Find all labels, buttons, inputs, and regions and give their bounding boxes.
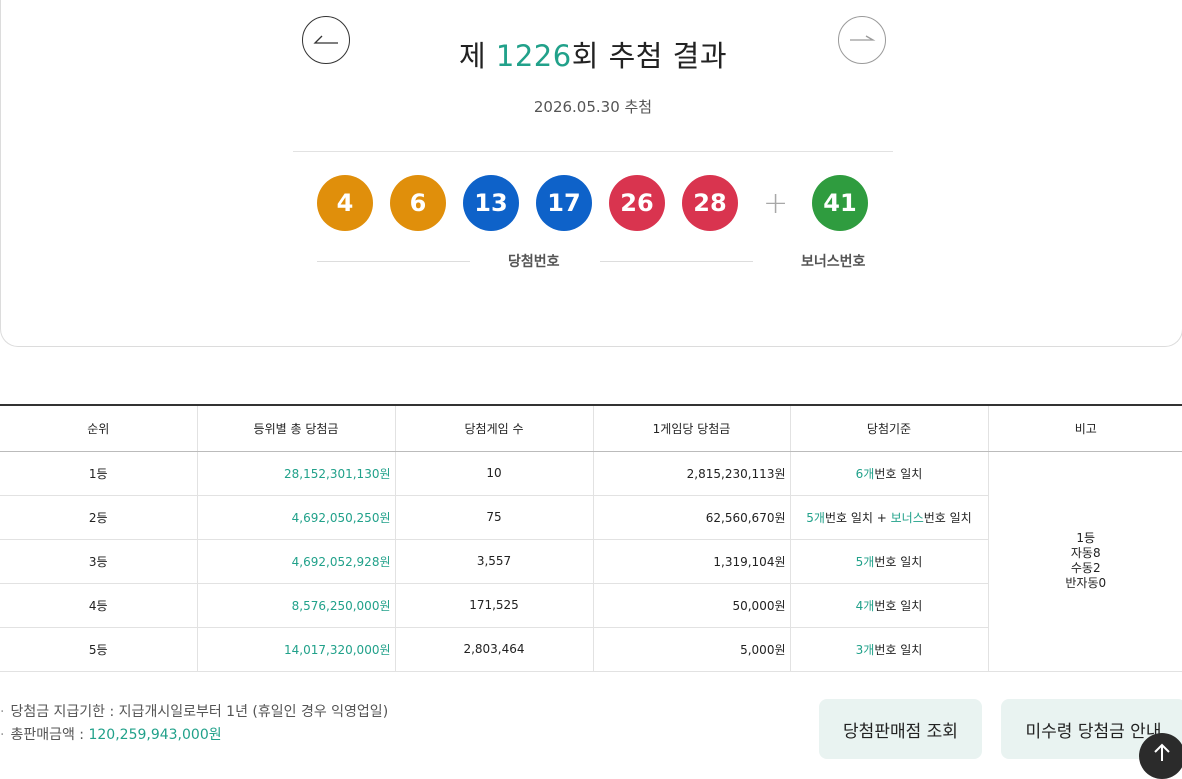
remark-line: 반자동0 (989, 576, 1182, 591)
remark-line: 수동2 (989, 561, 1182, 576)
table-row: 1등 28,152,301,130원 10 2,815,230,113원 6개번… (0, 451, 1182, 495)
per-game-prize-cell: 2,815,230,113원 (593, 451, 790, 495)
criteria-cell: 4개번호 일치 (790, 583, 988, 627)
rank-cell: 2등 (0, 495, 197, 539)
total-prize-cell: 4,692,052,928원 (197, 539, 395, 583)
winner-count-cell: 2,803,464 (395, 627, 593, 671)
draw-date: 2026.05.30 추첨 (0, 96, 1182, 117)
criteria-count: 5개 (856, 555, 875, 569)
title-prefix: 제 (459, 39, 496, 73)
per-game-prize-cell: 50,000원 (593, 583, 790, 627)
remark-line: 1등 (989, 531, 1182, 546)
column-header: 1게임당 당첨금 (593, 405, 790, 451)
criteria-text: 번호 일치 (874, 643, 922, 657)
bullet: · (0, 727, 4, 743)
column-header: 당첨기준 (790, 405, 988, 451)
total-prize-cell: 4,692,050,250원 (197, 495, 395, 539)
winner-count-cell: 10 (395, 451, 593, 495)
remark-line: 자동8 (989, 546, 1182, 561)
criteria-count: 5개 (806, 511, 825, 525)
total-prize-cell: 14,017,320,000원 (197, 627, 395, 671)
criteria-count: 6개 (856, 467, 875, 481)
criteria-text: 번호 일치 + (825, 511, 891, 525)
criteria-text: 번호 일치 (874, 555, 922, 569)
divider (293, 151, 893, 152)
winner-count-cell: 3,557 (395, 539, 593, 583)
column-header: 당첨게임 수 (395, 405, 593, 451)
payment-deadline-text: 당첨금 지급기한 : 지급개시일로부터 1년 (휴일인 경우 익영업일) (10, 704, 388, 720)
label-line (600, 261, 753, 262)
column-header: 등위별 총 당첨금 (197, 405, 395, 451)
criteria-bonus: 보너스 (891, 511, 924, 525)
page-title: 제 1226회 추첨 결과 (0, 33, 1182, 75)
remarks-cell: 1등 자동8 수동2 반자동0 (988, 451, 1182, 671)
bullet: · (0, 704, 4, 720)
criteria-cell: 5개번호 일치 (790, 539, 988, 583)
payment-deadline-note: · 당첨금 지급기한 : 지급개시일로부터 1년 (휴일인 경우 익영업일) (0, 701, 388, 724)
bonus-number-label: 보너스번호 (801, 251, 865, 271)
winner-count-cell: 75 (395, 495, 593, 539)
column-header: 비고 (988, 405, 1182, 451)
prize-table: 순위 등위별 총 당첨금 당첨게임 수 1게임당 당첨금 당첨기준 비고 1등 … (0, 404, 1182, 672)
rank-cell: 4등 (0, 583, 197, 627)
total-sales-value: 120,259,943,000원 (88, 727, 221, 743)
winning-number-ball: 17 (536, 175, 592, 231)
winning-store-lookup-button[interactable]: 당첨판매점 조회 (819, 699, 982, 759)
bonus-number-ball: 41 (812, 175, 868, 231)
table-header-row: 순위 등위별 총 당첨금 당첨게임 수 1게임당 당첨금 당첨기준 비고 (0, 405, 1182, 451)
rank-cell: 5등 (0, 627, 197, 671)
winning-numbers-label: 당첨번호 (508, 251, 560, 271)
criteria-bonus-text: 번호 일치 (924, 511, 972, 525)
winning-number-ball: 26 (609, 175, 665, 231)
criteria-text: 번호 일치 (874, 599, 922, 613)
rank-cell: 1등 (0, 451, 197, 495)
criteria-text: 번호 일치 (874, 467, 922, 481)
criteria-count: 4개 (856, 599, 875, 613)
column-header: 순위 (0, 405, 197, 451)
criteria-cell: 3개번호 일치 (790, 627, 988, 671)
scroll-to-top-button[interactable] (1139, 733, 1182, 779)
total-sales-label: 총판매금액 : (10, 727, 88, 743)
winning-number-ball: 13 (463, 175, 519, 231)
draw-number: 1226 (496, 39, 572, 73)
winning-number-ball: 4 (317, 175, 373, 231)
per-game-prize-cell: 62,560,670원 (593, 495, 790, 539)
per-game-prize-cell: 1,319,104원 (593, 539, 790, 583)
plus-icon: + (763, 186, 788, 221)
criteria-cell: 6개번호 일치 (790, 451, 988, 495)
total-sales-note: · 총판매금액 : 120,259,943,000원 (0, 724, 388, 747)
arrow-up-icon (1151, 741, 1173, 763)
winner-count-cell: 171,525 (395, 583, 593, 627)
criteria-cell: 5개번호 일치 + 보너스번호 일치 (790, 495, 988, 539)
winning-number-ball: 6 (390, 175, 446, 231)
criteria-count: 3개 (856, 643, 875, 657)
total-prize-cell: 8,576,250,000원 (197, 583, 395, 627)
label-line (317, 261, 470, 262)
per-game-prize-cell: 5,000원 (593, 627, 790, 671)
rank-cell: 3등 (0, 539, 197, 583)
total-prize-cell: 28,152,301,130원 (197, 451, 395, 495)
title-suffix: 회 추첨 결과 (572, 39, 727, 73)
footer-notes: · 당첨금 지급기한 : 지급개시일로부터 1년 (휴일인 경우 익영업일) · 총… (0, 701, 388, 747)
winning-number-ball: 28 (682, 175, 738, 231)
